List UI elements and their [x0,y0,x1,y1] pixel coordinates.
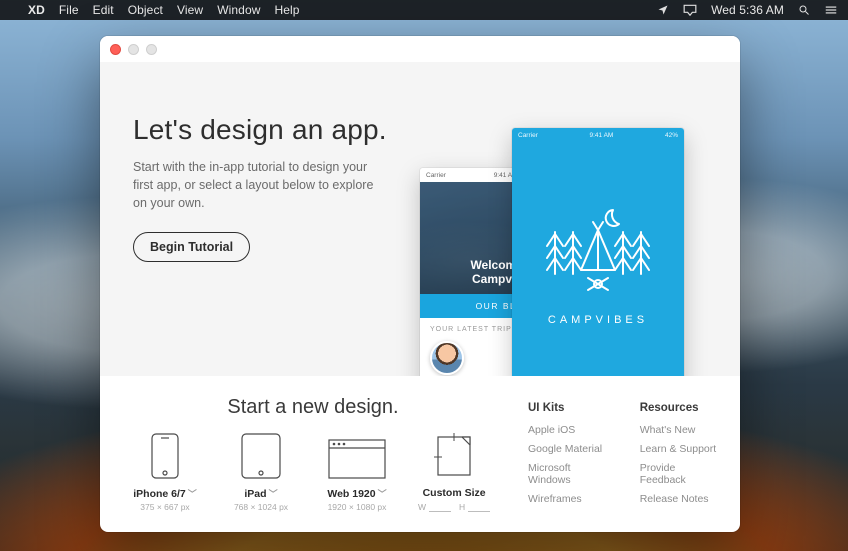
chevron-down-icon: ﹀ [188,489,197,499]
campvibes-logo-icon [543,204,653,294]
tile-name: Web 1920 [327,488,375,500]
ui-kits-column: UI Kits Apple iOS Google Material Micros… [528,402,614,520]
carrier-label: Carrier [426,172,446,179]
macos-menubar: XD File Edit Object View Window Help Wed… [0,0,848,20]
new-design-heading: Start a new design. [130,396,496,419]
phone-icon [151,433,179,479]
tile-dim: 768 × 1024 px [226,502,296,512]
window-zoom-button[interactable] [146,44,157,55]
custom-height-input[interactable] [468,501,490,512]
ui-kits-heading: UI Kits [528,402,614,414]
app-menu[interactable]: XD [28,3,45,17]
airplay-icon[interactable] [683,4,697,16]
menu-help[interactable]: Help [274,3,299,17]
menu-file[interactable]: File [59,3,79,17]
tile-web[interactable]: Web 1920﹀ 1920 × 1080 px [322,439,392,512]
browser-icon [328,439,386,479]
carrier-label: Carrier [518,132,538,139]
begin-tutorial-button[interactable]: Begin Tutorial [133,232,250,262]
kit-wireframes[interactable]: Wireframes [528,493,614,505]
tile-ipad[interactable]: iPad﹀ 768 × 1024 px [226,433,296,512]
window-minimize-button[interactable] [128,44,139,55]
resources-heading: Resources [640,402,722,414]
menu-extras-icon[interactable] [824,4,838,16]
height-label: H [459,502,465,512]
hero-section: Let's design an app. Start with the in-a… [100,62,740,376]
avatar [430,341,464,375]
kit-microsoft-windows[interactable]: Microsoft Windows [528,462,614,486]
tile-dim: 375 × 667 px [130,502,200,512]
resources-column: Resources What's New Learn & Support Pro… [640,402,722,520]
new-design-section: Start a new design. iPhone 6/7﹀ 375 × 66… [100,376,510,532]
tile-custom[interactable]: Custom Size W H [418,433,490,512]
hero-preview: Carrier 9:41 AM 100% Welcome to Campvibe… [420,128,740,376]
menu-view[interactable]: View [177,3,203,17]
tile-name: iPad [244,488,266,500]
menu-edit[interactable]: Edit [93,3,114,17]
time-label: 9:41 AM [590,132,614,139]
link-release-notes[interactable]: Release Notes [640,493,722,505]
menu-window[interactable]: Window [217,3,260,17]
link-provide-feedback[interactable]: Provide Feedback [640,462,722,486]
menu-object[interactable]: Object [128,3,163,17]
location-icon[interactable] [657,4,669,16]
custom-artboard-icon [434,433,474,479]
link-whats-new[interactable]: What's New [640,424,722,436]
window-close-button[interactable] [110,44,121,55]
link-learn-support[interactable]: Learn & Support [640,443,722,455]
tile-name: iPhone 6/7 [133,488,186,500]
hero-subtitle: Start with the in-app tutorial to design… [133,158,388,212]
tablet-icon [241,433,281,479]
kit-google-material[interactable]: Google Material [528,443,614,455]
statusbar: Carrier 9:41 AM 42% [512,128,684,142]
preview-phone-front: Carrier 9:41 AM 42% [512,128,684,376]
chevron-down-icon: ﹀ [378,489,387,499]
tile-name: Custom Size [423,487,486,499]
width-label: W [418,502,426,512]
hero-title: Let's design an app. [133,114,413,146]
menubar-clock[interactable]: Wed 5:36 AM [711,3,784,17]
chevron-down-icon: ﹀ [269,489,278,499]
xd-welcome-window: Let's design an app. Start with the in-a… [100,36,740,532]
brand-name: CAMPVIBES [548,314,648,326]
tile-iphone[interactable]: iPhone 6/7﹀ 375 × 667 px [130,433,200,512]
kit-apple-ios[interactable]: Apple iOS [528,424,614,436]
window-titlebar[interactable] [100,36,740,62]
custom-width-input[interactable] [429,501,451,512]
spotlight-icon[interactable] [798,4,810,16]
battery-label: 42% [665,132,678,139]
tile-dim: 1920 × 1080 px [322,502,392,512]
